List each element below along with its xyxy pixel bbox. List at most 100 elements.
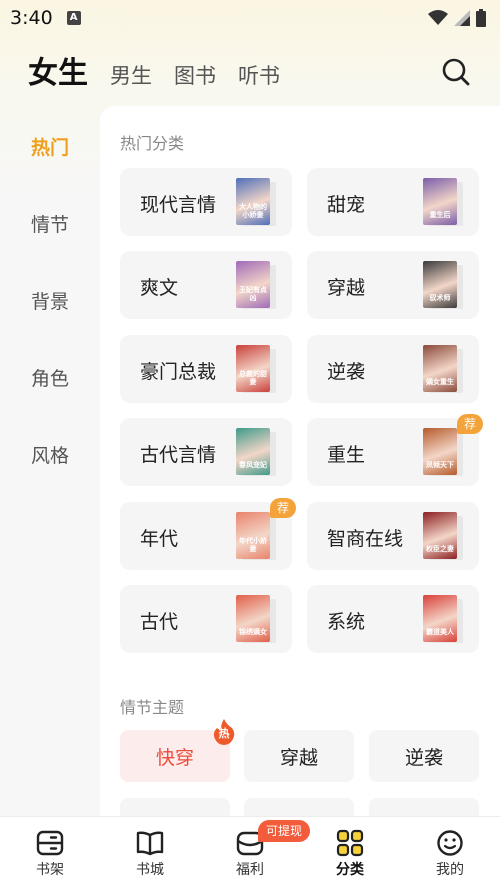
category-card[interactable]: 豪门总裁 总裁的甜妻 — [120, 334, 292, 403]
status-icons — [428, 9, 486, 27]
category-panel: 热门分类 现代言情 大人物的小娇妻 甜宠 重生后 爽文 王妃有点凶 穿越 驭术师 豪门总裁 总裁的… — [100, 106, 500, 826]
signal-icon — [454, 10, 470, 26]
plot-tag-pill[interactable]: 逆袭 — [369, 730, 479, 782]
book-cover-image: 权臣之妻 — [423, 511, 457, 559]
cover-title: 总裁的甜妻 — [239, 369, 267, 386]
book-cover-stack: 年代小娇妻 — [236, 511, 276, 560]
tab-books[interactable]: 图书 — [174, 60, 216, 96]
cover-title: 锦绣嫡女 — [239, 628, 267, 636]
nav-label: 福利 — [236, 862, 264, 878]
book-cover-stack: 凤倾天下 — [423, 428, 463, 477]
tag-label: 快穿 — [155, 746, 194, 769]
section-title-hot: 热门分类 — [120, 134, 185, 153]
book-cover-image: 王妃有点凶 — [236, 261, 270, 309]
book-cover-image: 年代小娇妻 — [236, 511, 270, 559]
book-cover-image: 凤倾天下 — [423, 428, 457, 476]
book-cover-image: 重生后 — [423, 178, 457, 225]
category-card[interactable]: 年代 年代小娇妻 荐 — [120, 497, 296, 570]
tab-male[interactable]: 男生 — [110, 60, 152, 96]
book-cover-stack: 春风宠妃 — [236, 428, 276, 477]
category-label: 逆袭 — [327, 360, 366, 383]
category-card[interactable]: 穿越驭术师 — [307, 251, 479, 320]
smiley-profile-icon — [437, 830, 463, 856]
wifi-icon — [428, 10, 448, 25]
sidebar-item-hot[interactable]: 热门 — [0, 108, 100, 185]
category-label: 古代言情 — [140, 444, 217, 467]
book-cover-image: 大人物的小娇妻 — [236, 178, 270, 225]
category-card[interactable]: 古代 锦绣嫡女 — [120, 585, 292, 653]
category-label: 甜宠 — [327, 194, 366, 216]
category-card[interactable]: 系统霸道美人 — [307, 585, 479, 653]
hot-badge-label: 热 — [218, 727, 230, 740]
category-label: 重生 — [327, 444, 366, 467]
category-grid-icon — [336, 829, 364, 857]
tab-audiobooks[interactable]: 听书 — [238, 60, 280, 96]
cover-title: 大人物的小娇妻 — [239, 203, 267, 219]
category-label: 现代言情 — [140, 194, 217, 216]
notification-icon: A — [66, 11, 81, 25]
nav-label: 分类 — [336, 862, 364, 878]
cover-title: 重生后 — [429, 211, 451, 219]
cover-title: 王妃有点凶 — [239, 286, 267, 303]
category-card[interactable]: 古代言情春风宠妃 — [120, 418, 292, 487]
cover-title: 嫡女重生 — [426, 377, 454, 386]
category-label: 系统 — [327, 611, 366, 633]
tab-label: 女生 — [28, 56, 88, 91]
battery-icon — [476, 9, 486, 27]
recommend-badge: 荐 — [457, 414, 483, 435]
hot-flame-badge: 热 — [212, 718, 236, 745]
nav-label: 我的 — [436, 862, 464, 878]
plot-tag-pill[interactable]: 穿越 — [244, 730, 354, 782]
nav-bookshelf[interactable]: 书架 — [0, 817, 100, 890]
book-cover-stack: 总裁的甜妻 — [236, 344, 276, 393]
book-cover-stack: 权臣之妻 — [423, 511, 463, 560]
tab-female[interactable]: 女生 — [26, 48, 88, 96]
book-cover-stack: 嫡女重生 — [423, 344, 463, 393]
category-label: 豪门总裁 — [140, 360, 217, 383]
sidebar-item-setting[interactable]: 背景 — [0, 262, 100, 339]
cover-title: 驭术师 — [429, 294, 451, 303]
category-card[interactable]: 甜宠重生后 — [307, 168, 479, 236]
nav-label: 书架 — [36, 862, 64, 878]
category-card[interactable]: 现代言情 大人物的小娇妻 — [120, 168, 292, 236]
category-card[interactable]: 重生 凤倾天下 荐 — [307, 414, 483, 487]
nav-bookstore[interactable]: 书城 — [100, 817, 200, 890]
category-label: 穿越 — [327, 277, 366, 300]
category-card[interactable]: 爽文 王妃有点凶 — [120, 251, 292, 320]
recommend-badge: 荐 — [270, 497, 296, 518]
book-cover-image: 春风宠妃 — [236, 428, 270, 476]
category-label: 智商在线 — [327, 527, 404, 550]
nav-label: 书城 — [136, 862, 164, 878]
book-cover-stack: 王妃有点凶 — [236, 261, 276, 310]
search-icon — [442, 58, 470, 86]
tag-label: 穿越 — [279, 746, 318, 769]
cover-title: 年代小娇妻 — [239, 536, 267, 553]
category-card[interactable]: 智商在线权臣之妻 — [307, 501, 479, 570]
nav-profile[interactable]: 我的 — [400, 817, 500, 890]
cover-title: 春风宠妃 — [239, 461, 267, 470]
cover-title: 霸道美人 — [426, 628, 454, 636]
book-cover-image: 总裁的甜妻 — [236, 344, 270, 392]
category-card[interactable]: 逆袭嫡女重生 — [307, 334, 479, 403]
sidebar-item-style[interactable]: 风格 — [0, 416, 100, 493]
book-cover-image: 嫡女重生 — [423, 344, 457, 392]
plot-tag-pill[interactable]: 快穿 热 — [120, 719, 235, 782]
book-cover-stack: 霸道美人 — [423, 595, 463, 643]
book-cover-stack: 锦绣嫡女 — [236, 595, 276, 643]
book-cover-stack: 大人物的小娇妻 — [236, 178, 276, 226]
cover-title: 权臣之妻 — [426, 544, 454, 553]
bottom-navigation: 书架 书城 福利 可提现 分类 我的 — [0, 816, 500, 890]
section-title-plot: 情节主题 — [120, 698, 185, 717]
sidebar-item-plot[interactable]: 情节 — [0, 185, 100, 262]
book-open-icon — [136, 831, 164, 856]
book-cover-image: 锦绣嫡女 — [236, 595, 270, 642]
book-cover-stack: 驭术师 — [423, 261, 463, 310]
nav-welfare[interactable]: 福利 可提现 — [200, 817, 311, 890]
search-button[interactable] — [440, 56, 472, 88]
sidebar-item-role[interactable]: 角色 — [0, 339, 100, 416]
category-label: 爽文 — [140, 277, 179, 300]
bookshelf-icon — [36, 830, 64, 856]
book-cover-image: 驭术师 — [423, 261, 457, 309]
book-cover-stack: 重生后 — [423, 178, 463, 226]
nav-category[interactable]: 分类 — [300, 817, 400, 890]
